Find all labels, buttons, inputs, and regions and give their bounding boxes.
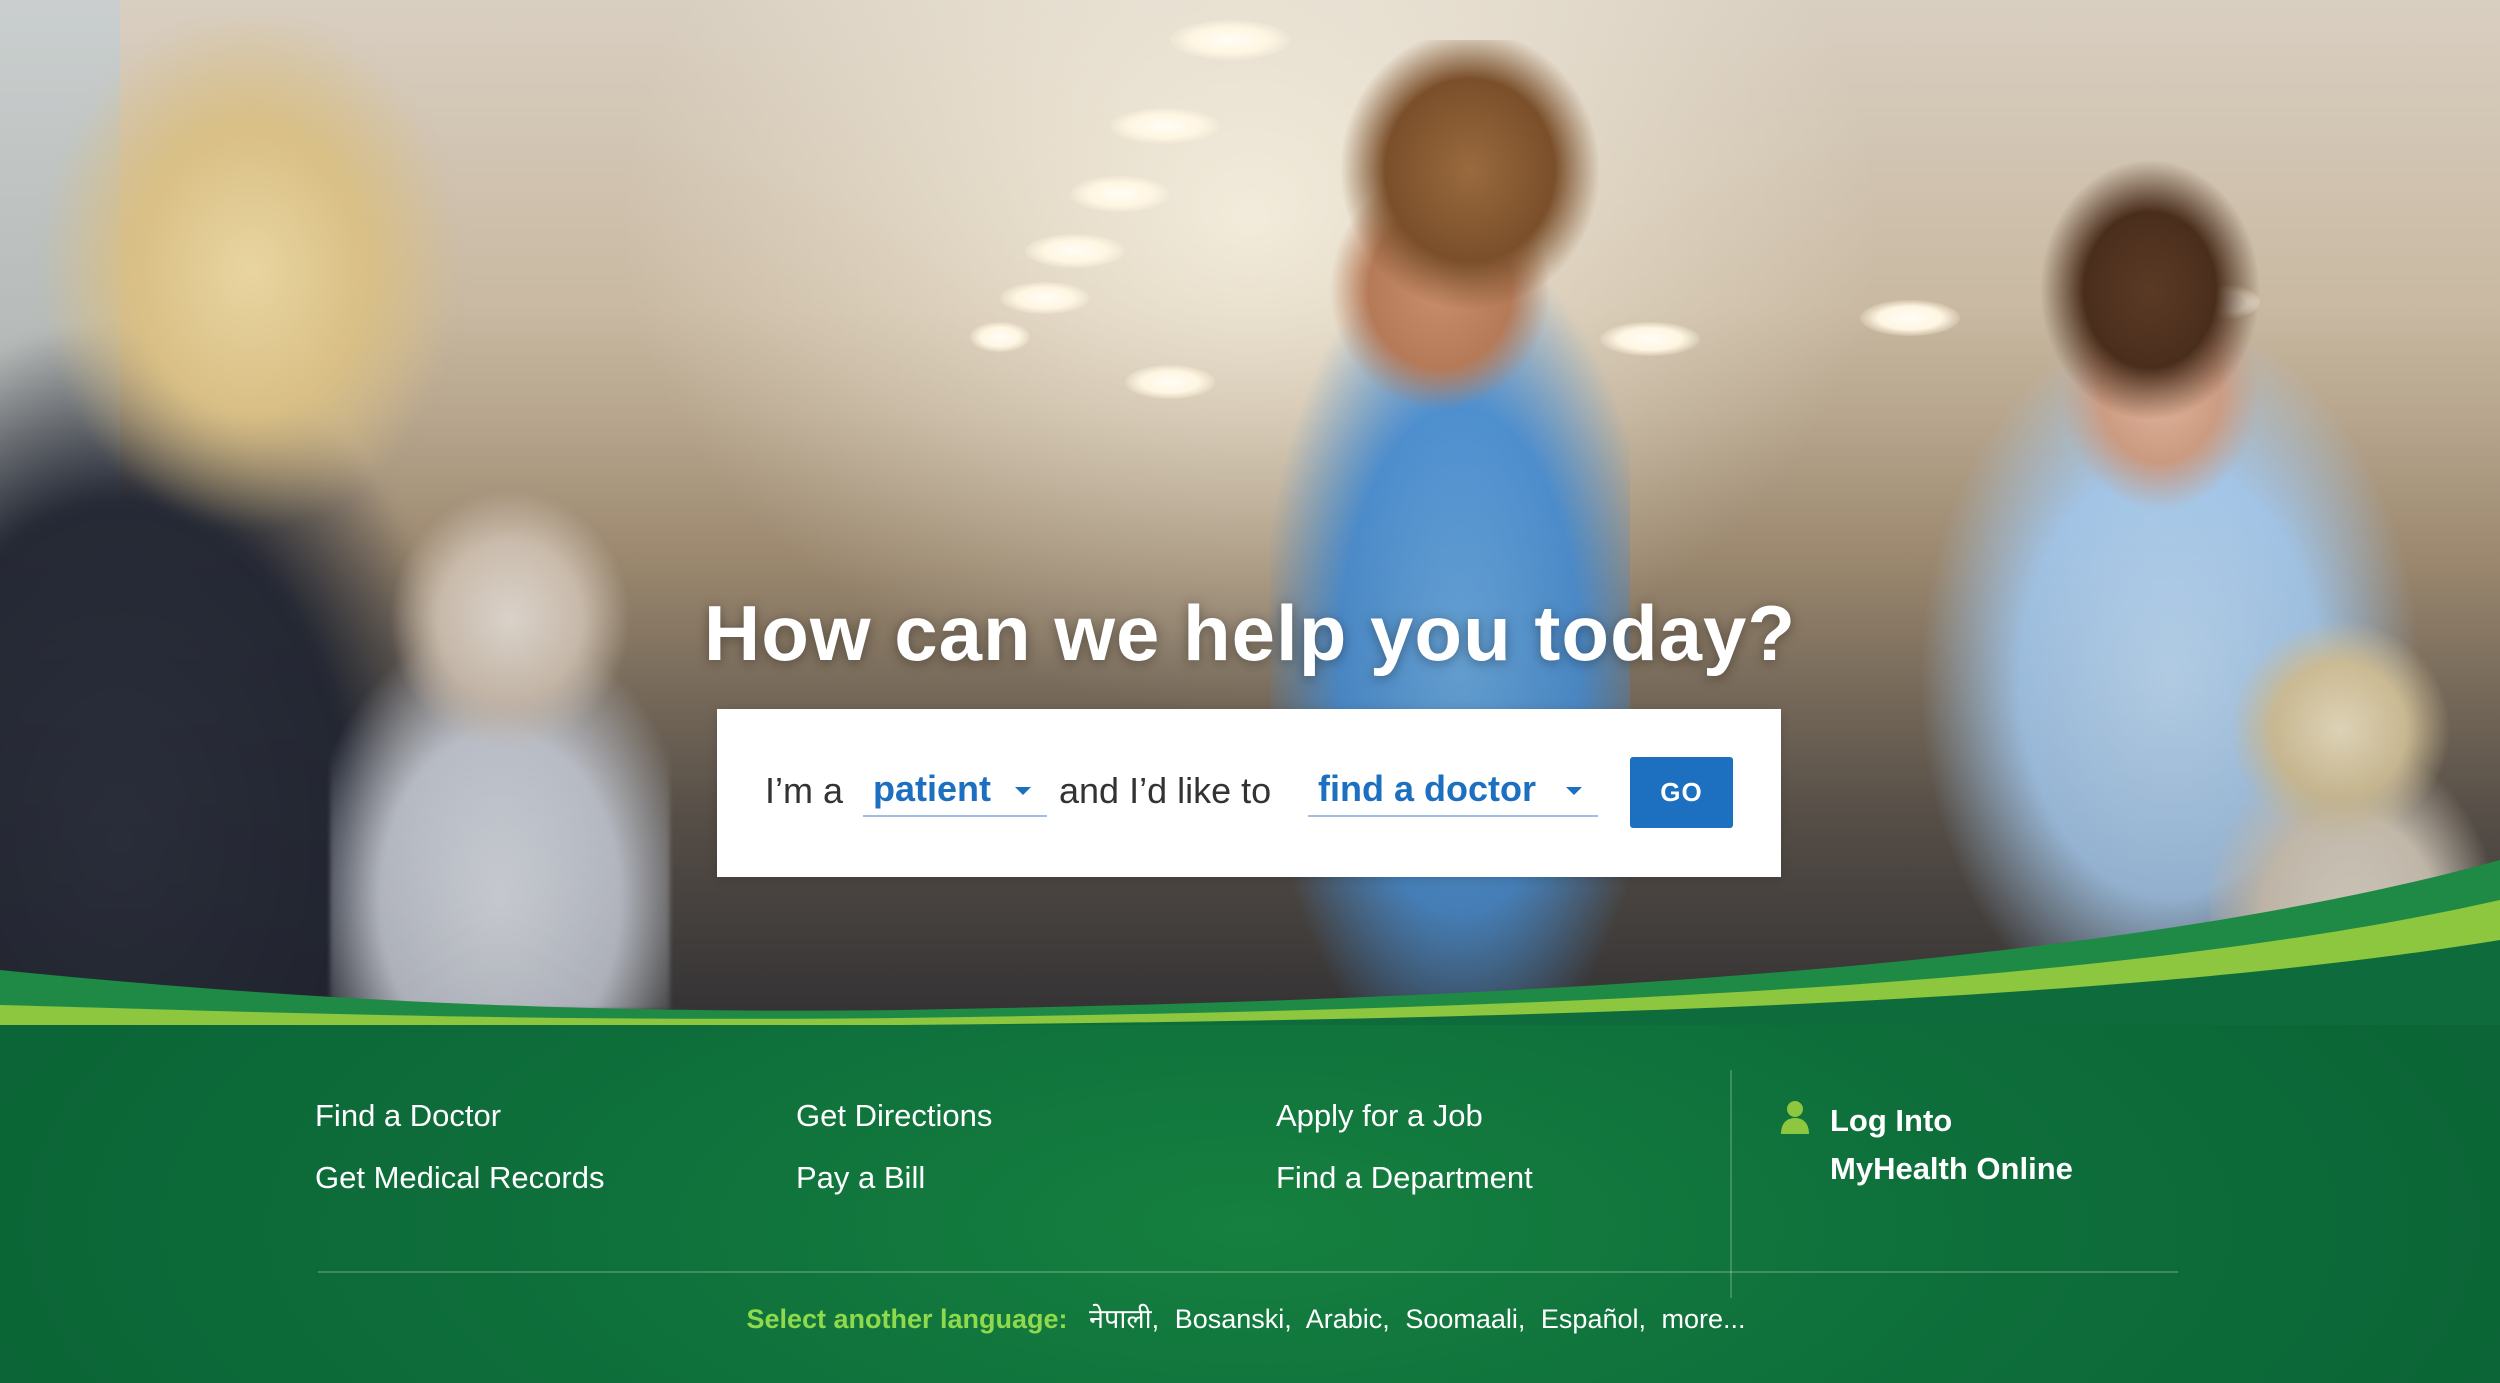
link-apply-for-a-job[interactable]: Apply for a Job bbox=[1276, 1098, 1483, 1134]
chevron-down-icon bbox=[1015, 787, 1031, 795]
language-bosnian[interactable]: Bosanski, bbox=[1175, 1304, 1292, 1334]
language-selector: Select another language: नेपाली, Bosansk… bbox=[0, 1302, 2500, 1336]
login-line-1: Log Into bbox=[1830, 1103, 1953, 1138]
language-spanish[interactable]: Español, bbox=[1541, 1304, 1646, 1334]
language-arabic[interactable]: Arabic, bbox=[1306, 1304, 1390, 1334]
login-myhealth-online-link[interactable]: Log Into MyHealth Online bbox=[1830, 1097, 2073, 1193]
language-label: Select another language: bbox=[746, 1304, 1068, 1334]
login-line-2: MyHealth Online bbox=[1830, 1151, 2073, 1186]
link-get-medical-records[interactable]: Get Medical Records bbox=[315, 1160, 604, 1196]
language-more-link[interactable]: more... bbox=[1662, 1304, 1746, 1334]
search-middle-text: and I’d like to bbox=[1059, 770, 1272, 811]
search-prefix: I’m a bbox=[765, 770, 844, 811]
language-nepali[interactable]: नेपाली, bbox=[1089, 1304, 1159, 1334]
search-sentence-box: I’m a patient and I’d like to find a doc… bbox=[717, 709, 1781, 877]
hero-title: How can we help you today? bbox=[703, 589, 1797, 677]
link-pay-a-bill[interactable]: Pay a Bill bbox=[796, 1160, 925, 1196]
user-icon bbox=[1781, 1101, 1809, 1134]
hero-section: How can we help you today? I’m a patient… bbox=[0, 0, 2500, 1025]
language-somali[interactable]: Soomaali, bbox=[1405, 1304, 1525, 1334]
chevron-down-icon bbox=[1566, 787, 1582, 795]
link-find-a-department[interactable]: Find a Department bbox=[1276, 1160, 1533, 1196]
link-find-a-doctor[interactable]: Find a Doctor bbox=[315, 1098, 501, 1134]
footer-horizontal-divider bbox=[318, 1271, 2178, 1273]
role-dropdown-value: patient bbox=[873, 768, 992, 809]
role-dropdown[interactable]: patient bbox=[863, 765, 1047, 817]
go-button[interactable]: GO bbox=[1630, 757, 1733, 828]
quick-links-footer: Find a Doctor Get Medical Records Get Di… bbox=[0, 1025, 2500, 1383]
action-dropdown[interactable]: find a doctor bbox=[1308, 765, 1598, 817]
footer-vertical-divider bbox=[1730, 1070, 1732, 1298]
action-dropdown-value: find a doctor bbox=[1318, 768, 1536, 809]
page: How can we help you today? I’m a patient… bbox=[0, 0, 2500, 1383]
link-get-directions[interactable]: Get Directions bbox=[796, 1098, 992, 1134]
